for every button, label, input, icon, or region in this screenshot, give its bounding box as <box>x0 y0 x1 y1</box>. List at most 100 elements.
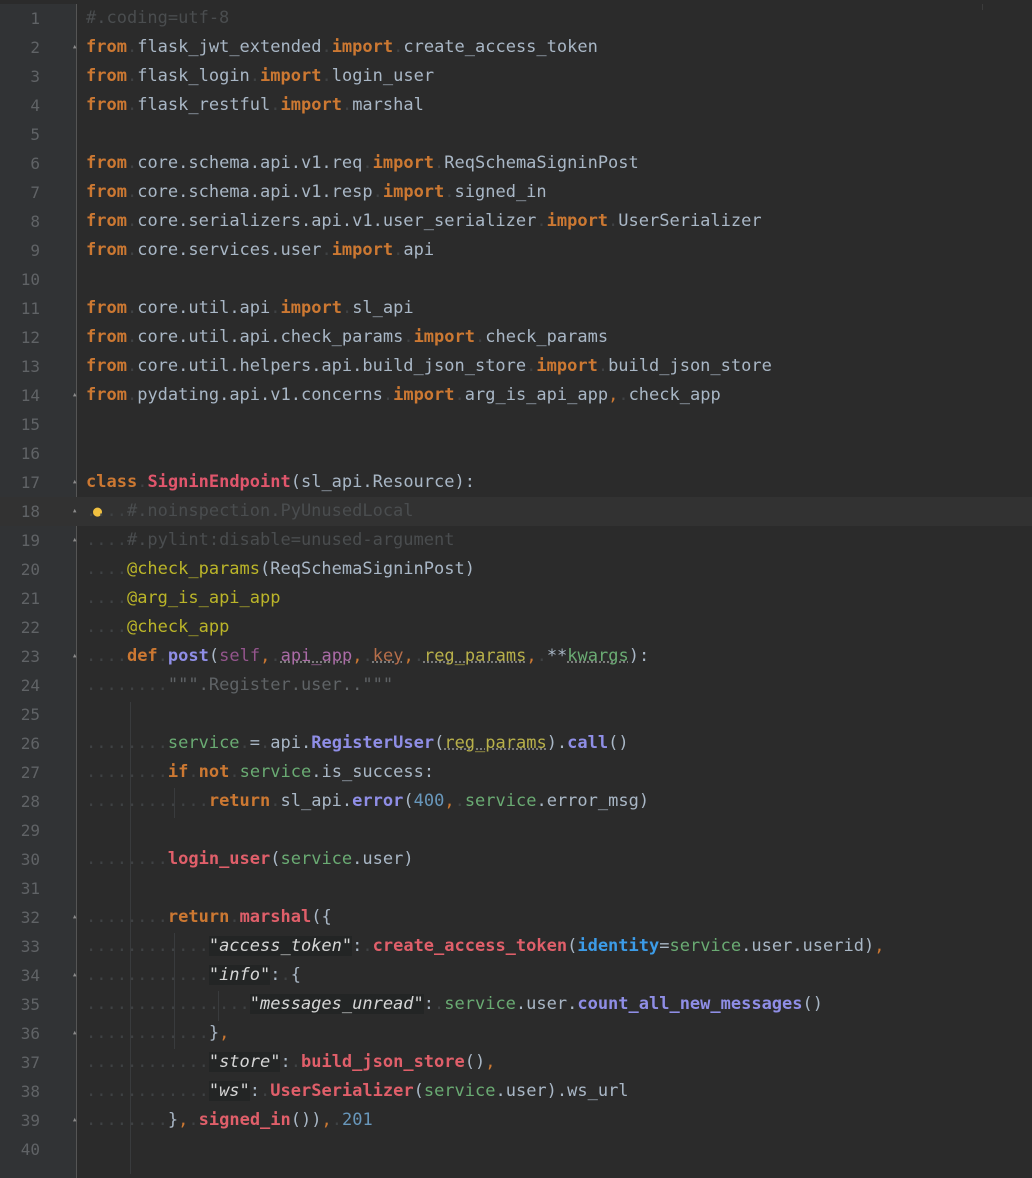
code-line[interactable]: 23 ▴ ....def.post(self,.api_app,.key,.reg_… <box>0 642 1032 671</box>
line-number: 6 <box>30 154 40 173</box>
code-text: ....#.pylint:disable=unused-argument <box>86 530 455 550</box>
line-number: 31 <box>20 879 40 898</box>
code-text: ....def.post(self,.api_app,.key,.reg_par… <box>86 646 650 666</box>
code-line[interactable]: 5 <box>0 120 1032 149</box>
code-line[interactable]: 13 from.core.util.helpers.api.build_json_… <box>0 352 1032 381</box>
fold-marker-icon[interactable]: ▴ <box>72 1028 80 1038</box>
code-text: ........service.=.api.RegisterUser(reg_p… <box>86 733 629 753</box>
line-number: 27 <box>20 763 40 782</box>
code-text: from.flask_login.import.login_user <box>86 66 435 86</box>
line-number: 20 <box>20 560 40 579</box>
code-line[interactable]: 20 ....@check_params(ReqSchemaSigninPost) <box>0 555 1032 584</box>
code-text: from.core.services.user.import.api <box>86 240 435 260</box>
line-number: 7 <box>30 183 40 202</box>
line-number: 26 <box>20 734 40 753</box>
fold-marker-icon[interactable]: ▴ <box>72 651 80 661</box>
line-number: 12 <box>20 328 40 347</box>
code-line[interactable]: 22 ....@check_app <box>0 613 1032 642</box>
line-number: 22 <box>20 618 40 637</box>
code-line[interactable]: 37 ............"store":.build_json_store(… <box>0 1048 1032 1077</box>
line-number: 28 <box>20 792 40 811</box>
line-number: 34 <box>20 966 40 985</box>
code-line[interactable]: 32 ▴ ........return.marshal({ <box>0 903 1032 932</box>
code-text: ........""".Register.user..""" <box>86 675 394 695</box>
code-line[interactable]: 4 from.flask_restful.import.marshal <box>0 91 1032 120</box>
code-line[interactable]: 2 ▴ from.flask_jwt_extended.import.create_… <box>0 33 1032 62</box>
code-line[interactable]: 17 ▴ class.SigninEndpoint(sl_api.Resource)… <box>0 468 1032 497</box>
fold-marker-icon[interactable]: ▴ <box>72 390 80 400</box>
code-line[interactable]: 12 from.core.util.api.check_params.import… <box>0 323 1032 352</box>
code-text: from.core.util.api.check_params.import.c… <box>86 327 609 347</box>
code-text: ............"info":.{ <box>86 965 301 985</box>
code-text: ............"access_token":.create_acces… <box>86 936 885 956</box>
code-line[interactable]: 27 ........if.not.service.is_success: <box>0 758 1032 787</box>
code-line[interactable]: 24 ........""".Register.user..""" <box>0 671 1032 700</box>
line-number: 5 <box>30 125 40 144</box>
line-number: 38 <box>20 1082 40 1101</box>
line-number: 21 <box>20 589 40 608</box>
line-number: 18 <box>20 502 40 521</box>
code-line[interactable]: 19 ▴ ....#.pylint:disable=unused-argument <box>0 526 1032 555</box>
line-number: 13 <box>20 357 40 376</box>
code-line[interactable]: 28 ............return.sl_api.error(400,.s… <box>0 787 1032 816</box>
fold-marker-icon[interactable]: ▴ <box>72 535 80 545</box>
line-number: 1 <box>30 9 40 28</box>
line-number: 36 <box>20 1024 40 1043</box>
code-text: from.flask_jwt_extended.import.create_ac… <box>86 37 598 57</box>
line-number: 39 <box>20 1111 40 1130</box>
fold-marker-icon[interactable]: ▴ <box>72 477 80 487</box>
code-text: ............return.sl_api.error(400,.ser… <box>86 791 650 811</box>
code-line[interactable]: 25 <box>0 700 1032 729</box>
line-number: 16 <box>20 444 40 463</box>
line-number: 2 <box>30 38 40 57</box>
code-line[interactable]: 34 ▴ ............"info":.{ <box>0 961 1032 990</box>
line-number: 8 <box>30 212 40 231</box>
line-number: 40 <box>20 1140 40 1159</box>
fold-marker-icon[interactable]: ▴ <box>72 506 80 516</box>
code-line[interactable]: 26 ........service.=.api.RegisterUser(reg… <box>0 729 1032 758</box>
line-number: 30 <box>20 850 40 869</box>
code-line[interactable]: 11 from.core.util.api.import.sl_api <box>0 294 1032 323</box>
code-line[interactable]: 29 <box>0 816 1032 845</box>
line-number: 9 <box>30 241 40 260</box>
code-text: from.core.schema.api.v1.resp.import.sign… <box>86 182 547 202</box>
code-text: ....#.noinspection.PyUnusedLocal <box>86 501 414 521</box>
line-number: 29 <box>20 821 40 840</box>
code-line[interactable]: 10 <box>0 265 1032 294</box>
code-line[interactable]: 18 ▴ ● ....#.noinspection.PyUnusedLocal <box>0 497 1032 526</box>
line-number: 23 <box>20 647 40 666</box>
code-line[interactable]: 30 ........login_user(service.user) <box>0 845 1032 874</box>
code-line[interactable]: 7 from.core.schema.api.v1.resp.import.sig… <box>0 178 1032 207</box>
code-line[interactable]: 3 from.flask_login.import.login_user <box>0 62 1032 91</box>
line-number: 33 <box>20 937 40 956</box>
code-text: #.coding=utf-8 <box>86 8 230 28</box>
code-line[interactable]: 40 <box>0 1135 1032 1164</box>
code-line[interactable]: 31 <box>0 874 1032 903</box>
code-line[interactable]: 21 ....@arg_is_api_app <box>0 584 1032 613</box>
code-text: from.core.util.api.import.sl_api <box>86 298 414 318</box>
code-editor[interactable]: 1 #.coding=utf-8 2 ▴ from.flask_jwt_extended… <box>0 4 1032 1178</box>
fold-marker-icon[interactable]: ▴ <box>72 912 80 922</box>
code-text: ........login_user(service.user) <box>86 849 414 869</box>
code-line[interactable]: 1 #.coding=utf-8 <box>0 4 1032 33</box>
fold-marker-icon[interactable]: ▴ <box>72 42 80 52</box>
code-line[interactable]: 9 from.core.services.user.import.api <box>0 236 1032 265</box>
code-line[interactable]: 39 ▴ ........},.signed_in()),.201 <box>0 1106 1032 1135</box>
line-number: 37 <box>20 1053 40 1072</box>
code-line[interactable]: 15 <box>0 410 1032 439</box>
code-line[interactable]: 36 ▴............}, <box>0 1019 1032 1048</box>
code-text: ....@check_app <box>86 617 230 637</box>
fold-marker-icon[interactable]: ▴ <box>72 970 80 980</box>
code-text: from.core.util.helpers.api.build_json_st… <box>86 356 772 376</box>
code-line[interactable]: 6 from.core.schema.api.v1.req.import.ReqS… <box>0 149 1032 178</box>
code-line[interactable]: 35 ................"messages_unread":.ser… <box>0 990 1032 1019</box>
code-line[interactable]: 16 <box>0 439 1032 468</box>
code-line[interactable]: 8 from.core.serializers.api.v1.user_seria… <box>0 207 1032 236</box>
line-number: 17 <box>20 473 40 492</box>
code-line[interactable]: 14 ▴ from.pydating.api.v1.concerns.import.… <box>0 381 1032 410</box>
code-text: from.pydating.api.v1.concerns.import.arg… <box>86 385 721 405</box>
line-number: 14 <box>20 386 40 405</box>
fold-marker-icon[interactable]: ▴ <box>72 1115 80 1125</box>
code-line[interactable]: 33 ............"access_token":.create_acc… <box>0 932 1032 961</box>
code-line[interactable]: 38 ............"ws":.UserSerializer(servi… <box>0 1077 1032 1106</box>
